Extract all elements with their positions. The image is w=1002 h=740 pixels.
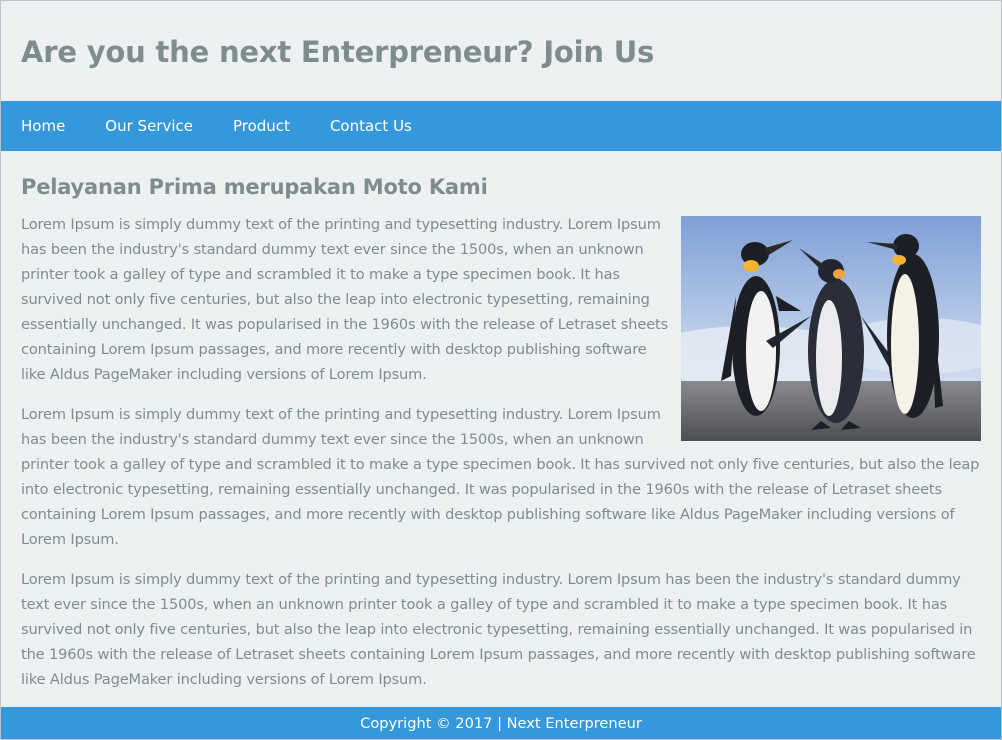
page: Are you the next Enterpreneur? Join Us H…: [0, 0, 1002, 740]
penguins-image: [681, 216, 981, 441]
nav-link-product[interactable]: Product: [233, 101, 290, 151]
nav-link-home[interactable]: Home: [21, 101, 65, 151]
site-title: Are you the next Enterpreneur? Join Us: [21, 35, 655, 69]
paragraph-3: Lorem Ipsum is simply dummy text of the …: [21, 571, 976, 688]
site-header: Are you the next Enterpreneur? Join Us: [1, 1, 1001, 101]
section-heading: Pelayanan Prima merupakan Moto Kami: [21, 175, 488, 199]
copyright-text: Copyright © 2017 | Next Enterpreneur: [360, 715, 642, 732]
nav-link-our-service[interactable]: Our Service: [105, 101, 193, 151]
site-footer: Copyright © 2017 | Next Enterpreneur: [1, 707, 1001, 739]
main-navigation: Home Our Service Product Contact Us: [1, 101, 1001, 151]
nav-link-contact-us[interactable]: Contact Us: [330, 101, 412, 151]
main-content: Pelayanan Prima merupakan Moto Kami Lore…: [1, 151, 1001, 692]
